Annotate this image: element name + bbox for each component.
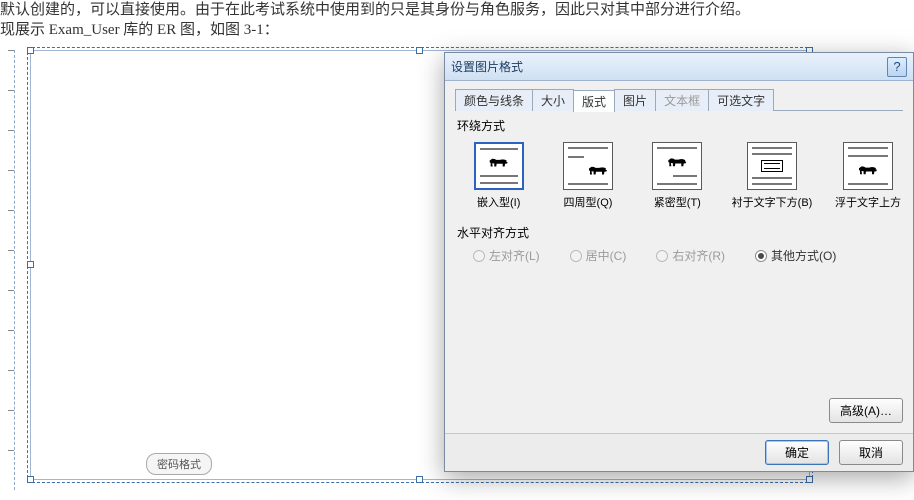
radio-dot-icon — [570, 250, 582, 262]
resize-handle-nw[interactable] — [27, 47, 34, 54]
dialog-spacer — [455, 268, 903, 394]
vertical-ruler-ticks — [8, 50, 14, 490]
resize-handle-s[interactable] — [416, 476, 423, 483]
document-paragraph: 默认创建的，可以直接使用。由于在此考试系统中使用到的只是其身份与角色服务，因此只… — [0, 0, 760, 40]
wrap-option-behind[interactable]: 衬于文字下方(B) — [735, 142, 809, 210]
ok-button[interactable]: 确定 — [765, 440, 829, 465]
radio-label-center: 居中(C) — [586, 247, 627, 264]
tab-picture[interactable]: 图片 — [614, 89, 656, 111]
align-group-label: 水平对齐方式 — [457, 224, 903, 241]
wrap-option-tight[interactable]: 紧密型(T) — [646, 142, 709, 210]
resize-handle-w[interactable] — [27, 261, 34, 268]
wrap-caption-inline: 嵌入型(I) — [477, 194, 520, 210]
wrap-caption-square: 四周型(Q) — [564, 194, 613, 210]
wrap-option-inline[interactable]: 嵌入型(I) — [467, 142, 530, 210]
radio-align-right: 右对齐(R) — [656, 247, 725, 264]
wrap-option-square[interactable]: 四周型(Q) — [556, 142, 619, 210]
radio-dot-icon — [656, 250, 668, 262]
tab-textbox: 文本框 — [655, 89, 709, 111]
radio-align-other[interactable]: 其他方式(O) — [755, 247, 836, 264]
radio-dot-icon — [473, 250, 485, 262]
resize-handle-n[interactable] — [416, 47, 423, 54]
wrap-icon-front — [843, 142, 893, 190]
advanced-row: 高级(A)… — [455, 394, 903, 427]
radio-label-other: 其他方式(O) — [771, 247, 836, 264]
vertical-guide — [14, 50, 15, 490]
cancel-button[interactable]: 取消 — [839, 440, 903, 465]
radio-label-left: 左对齐(L) — [489, 247, 540, 264]
tab-colors-lines[interactable]: 颜色与线条 — [455, 89, 533, 111]
wrap-options-row: 嵌入型(I) 四周型(Q) 紧密型(T) 衬于文字下方(B) — [455, 138, 903, 218]
wrap-caption-behind: 衬于文字下方(B) — [732, 194, 813, 210]
advanced-button[interactable]: 高级(A)… — [829, 398, 903, 423]
wrap-group-label: 环绕方式 — [457, 117, 903, 134]
resize-handle-se[interactable] — [806, 476, 813, 483]
radio-align-center: 居中(C) — [570, 247, 627, 264]
resize-handle-sw[interactable] — [27, 476, 34, 483]
dialog-help-button[interactable]: ? — [887, 57, 907, 77]
radio-label-right: 右对齐(R) — [672, 247, 725, 264]
tab-layout[interactable]: 版式 — [573, 90, 615, 112]
tab-alt-text[interactable]: 可选文字 — [708, 89, 774, 111]
dialog-titlebar[interactable]: 设置图片格式 ? — [445, 53, 913, 81]
tab-strip: 颜色与线条 大小 版式 图片 文本框 可选文字 — [455, 89, 903, 111]
radio-dot-icon — [755, 250, 767, 262]
align-options-row: 左对齐(L) 居中(C) 右对齐(R) 其他方式(O) — [455, 245, 903, 268]
wrap-icon-inline — [474, 142, 524, 190]
wrap-icon-behind — [747, 142, 797, 190]
dialog-title-text: 设置图片格式 — [451, 58, 887, 75]
embedded-object-label: 密码格式 — [146, 453, 212, 475]
wrap-option-front[interactable]: 浮于文字上方 — [835, 142, 901, 210]
format-picture-dialog: 设置图片格式 ? 颜色与线条 大小 版式 图片 文本框 可选文字 环绕方式 嵌入… — [444, 52, 914, 472]
wrap-icon-tight — [652, 142, 702, 190]
radio-align-left: 左对齐(L) — [473, 247, 540, 264]
tab-size[interactable]: 大小 — [532, 89, 574, 111]
wrap-caption-front: 浮于文字上方 — [835, 194, 901, 210]
wrap-icon-square — [563, 142, 613, 190]
dialog-footer: 确定 取消 — [445, 433, 913, 471]
dialog-body: 颜色与线条 大小 版式 图片 文本框 可选文字 环绕方式 嵌入型(I) 四周型(… — [445, 81, 913, 433]
wrap-caption-tight: 紧密型(T) — [654, 194, 701, 210]
